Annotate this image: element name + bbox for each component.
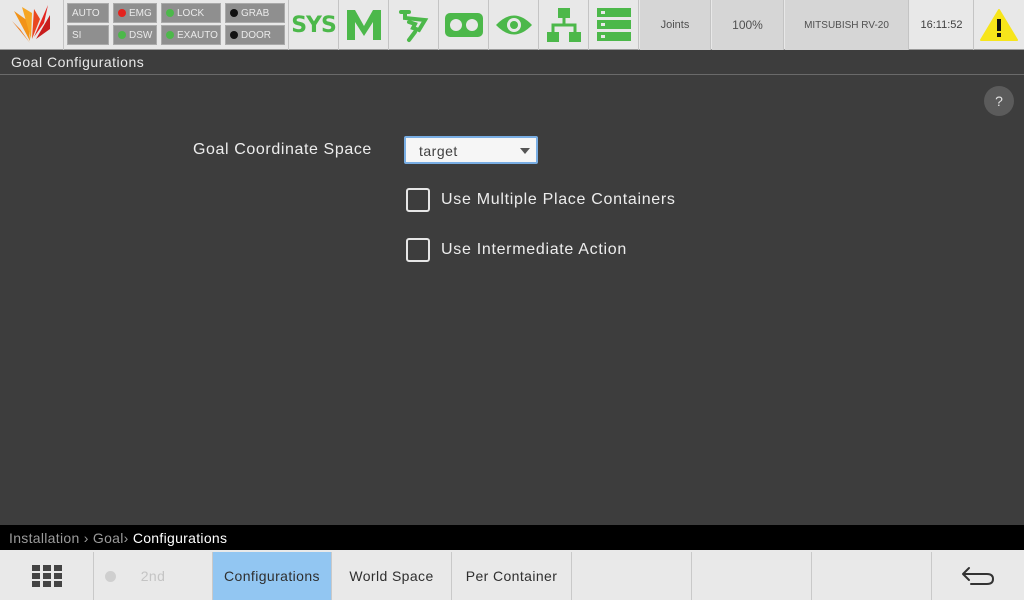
breadcrumb-current: Configurations: [132, 529, 228, 546]
red-dot-icon: [118, 9, 126, 17]
tab-world-space[interactable]: World Space: [332, 552, 452, 600]
robot-tool-icon: [398, 10, 428, 42]
tab-configurations[interactable]: Configurations: [213, 552, 332, 600]
help-icon: ?: [995, 93, 1003, 109]
bottom-navigation-bar: 2nd Configurations World Space Per Conta…: [0, 550, 1024, 600]
coordinate-space-value: target: [419, 143, 458, 159]
tab-configurations-label: Configurations: [224, 568, 320, 584]
black-dot-icon: [230, 31, 238, 39]
breadcrumb-separator: ›: [123, 529, 133, 546]
back-button[interactable]: [932, 552, 1024, 600]
speed-label: 100%: [732, 18, 763, 32]
status-auto: AUTO: [67, 3, 109, 23]
status-exauto: EXAUTO: [161, 25, 221, 45]
status-emg-label: EMG: [129, 7, 152, 19]
flame-logo-icon: [11, 5, 50, 43]
tab-world-space-label: World Space: [349, 568, 434, 584]
alarm-button[interactable]: [974, 0, 1024, 50]
green-dot-icon: [166, 9, 174, 17]
status-auto-label: AUTO: [72, 7, 100, 19]
chevron-down-icon: [520, 148, 530, 154]
help-button[interactable]: ?: [984, 86, 1014, 116]
second-function-button[interactable]: 2nd: [94, 552, 213, 600]
empty-tab-slot: [692, 552, 812, 600]
tab-per-container[interactable]: Per Container: [452, 552, 572, 600]
coordinate-space-dropdown[interactable]: target: [404, 136, 538, 164]
io-circles-icon: [444, 13, 483, 37]
intermediate-action-label[interactable]: Use Intermediate Action: [441, 241, 627, 259]
status-dsw: DSW: [113, 25, 157, 45]
robot-select-button[interactable]: MITSUBISH RV-20: [785, 0, 909, 50]
back-arrow-icon: [962, 567, 994, 585]
green-dot-icon: [166, 31, 174, 39]
jog-mode-label: Joints: [660, 19, 690, 31]
coordinate-space-label: Goal Coordinate Space: [193, 141, 372, 158]
motion-button[interactable]: [339, 0, 389, 50]
black-dot-icon: [230, 9, 238, 17]
indicator-dot-icon: [105, 571, 116, 582]
server-list-icon: [596, 8, 631, 41]
motion-m-icon: [346, 10, 381, 40]
empty-tab-slot: [572, 552, 692, 600]
green-dot-icon: [118, 31, 126, 39]
jog-mode-button[interactable]: Joints: [640, 0, 711, 50]
status-door-label: DOOR: [241, 29, 271, 41]
vision-button[interactable]: [489, 0, 539, 50]
status-si-label: SI: [72, 29, 82, 41]
list-button[interactable]: [589, 0, 639, 50]
multiple-place-containers-checkbox[interactable]: [406, 188, 430, 212]
tab-per-container-label: Per Container: [465, 568, 558, 584]
status-emg: EMG: [113, 3, 157, 23]
speed-button[interactable]: 100%: [712, 0, 784, 50]
app-logo[interactable]: [0, 0, 64, 50]
robot-name-label: MITSUBISH RV-20: [804, 19, 889, 31]
sys-button[interactable]: SYS: [289, 0, 339, 50]
intermediate-action-checkbox[interactable]: [406, 238, 430, 262]
breadcrumb-installation[interactable]: Installation: [9, 530, 80, 546]
io-button[interactable]: [439, 0, 489, 50]
main-menu-button[interactable]: [0, 552, 94, 600]
eye-icon: [495, 15, 532, 35]
status-si: SI: [67, 25, 109, 45]
status-lock: LOCK: [161, 3, 221, 23]
warning-icon: [980, 9, 1018, 41]
status-dsw-label: DSW: [129, 29, 153, 41]
status-grab: GRAB: [225, 3, 285, 23]
status-lock-label: LOCK: [177, 7, 205, 19]
network-tree-icon: [546, 8, 581, 42]
tool-button[interactable]: [389, 0, 439, 50]
status-exauto-label: EXAUTO: [177, 29, 218, 41]
clock-time: 16:11:52: [920, 19, 963, 31]
status-door: DOOR: [225, 25, 285, 45]
grid-menu-icon: [31, 565, 62, 587]
clock: 16:11:52: [910, 0, 974, 50]
status-grab-label: GRAB: [241, 7, 270, 19]
multiple-place-containers-label[interactable]: Use Multiple Place Containers: [441, 191, 676, 209]
second-function-label: 2nd: [140, 568, 166, 584]
network-button[interactable]: [539, 0, 589, 50]
breadcrumb-goal[interactable]: Goal: [93, 530, 124, 546]
breadcrumb: Installation › Goal › Configurations: [0, 525, 1024, 550]
top-status-bar: AUTO SI EMG DSW LOCK EXAUTO GRAB DOOR SY…: [0, 0, 1024, 50]
page-title-bar: Goal Configurations: [0, 51, 1024, 75]
empty-tab-slot: [812, 552, 932, 600]
sys-label: SYS: [291, 12, 337, 38]
breadcrumb-separator: ›: [79, 529, 93, 546]
page-title: Goal Configurations: [11, 54, 145, 70]
